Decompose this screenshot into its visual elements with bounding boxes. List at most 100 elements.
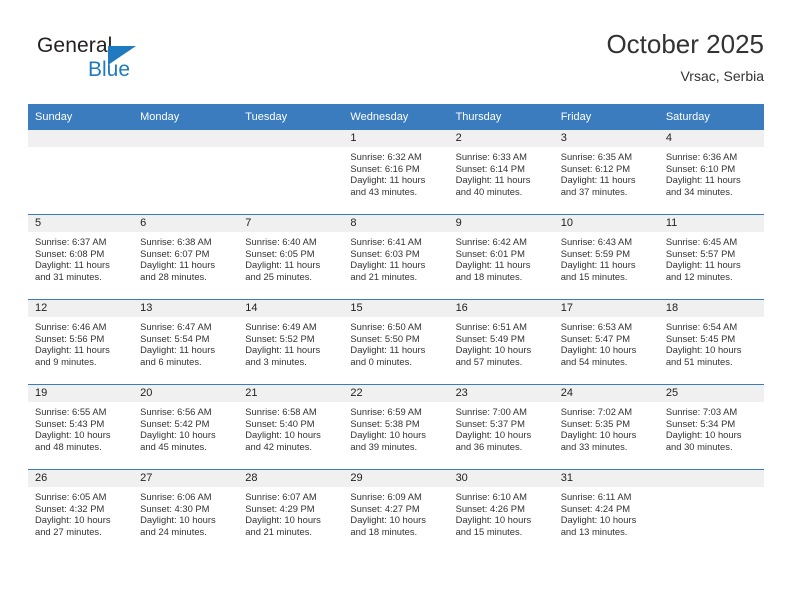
page-location: Vrsac, Serbia [680, 68, 764, 84]
calendar-cell: 18 Sunrise: 6:54 AM Sunset: 5:45 PM Dayligh… [658, 299, 764, 385]
sunset-text: Sunset: 5:38 PM [350, 417, 420, 429]
sunset-text: Sunset: 5:57 PM [665, 247, 736, 259]
daylight-text: Daylight: 11 hours [455, 174, 531, 186]
daylight-text: Daylight: 10 hours [560, 429, 637, 441]
day-cell[interactable]: 15 Sunrise: 6:50 AM Sunset: 5:50 PM Dayligh… [343, 300, 449, 384]
day-number: 6 [133, 215, 239, 232]
daylight-text: and 21 minutes. [350, 270, 418, 282]
day-cell[interactable]: 1 Sunrise: 6:32 AM Sunset: 6:16 PM Daylight… [343, 130, 449, 214]
day-cell[interactable]: 28 Sunrise: 6:07 AM Sunset: 4:29 PM Dayligh… [238, 470, 344, 554]
day-number: 11 [658, 215, 764, 232]
day-cell[interactable]: 4 Sunrise: 6:36 AM Sunset: 6:10 PM Daylight… [658, 130, 764, 214]
day-cell[interactable]: 2 Sunrise: 6:33 AM Sunset: 6:14 PM Daylight… [448, 130, 554, 214]
day-cell[interactable]: 30 Sunrise: 6:10 AM Sunset: 4:26 PM Dayligh… [448, 470, 554, 554]
day-detail: Sunrise: 6:51 AM Sunset: 5:49 PM Daylight:… [449, 317, 554, 367]
calendar-cell: 20 Sunrise: 6:56 AM Sunset: 5:42 PM Dayligh… [133, 384, 239, 470]
calendar-week-row: 5 Sunrise: 6:37 AM Sunset: 6:08 PM Daylight… [28, 214, 764, 300]
calendar-cell [238, 130, 344, 215]
day-cell[interactable]: 29 Sunrise: 6:09 AM Sunset: 4:27 PM Dayligh… [343, 470, 449, 554]
sunrise-text: Sunrise: 6:49 AM [245, 321, 317, 332]
day-detail: Sunrise: 6:41 AM Sunset: 6:03 PM Daylight:… [343, 232, 448, 282]
daylight-text: and 45 minutes. [140, 440, 207, 452]
calendar-cell: 2 Sunrise: 6:33 AM Sunset: 6:14 PM Daylight… [448, 130, 554, 215]
day-cell[interactable]: 18 Sunrise: 6:54 AM Sunset: 5:45 PM Dayligh… [658, 300, 764, 384]
sunset-text: Sunset: 5:47 PM [560, 332, 631, 344]
day-number: 22 [343, 385, 449, 402]
sunset-text: Sunset: 6:16 PM [350, 162, 420, 174]
sunset-text: Sunset: 4:26 PM [455, 502, 525, 514]
calendar-cell: 24 Sunrise: 7:02 AM Sunset: 5:35 PM Dayligh… [553, 384, 659, 470]
day-number: 7 [238, 215, 344, 232]
sunset-text: Sunset: 4:30 PM [140, 502, 210, 514]
calendar-cell: 17 Sunrise: 6:53 AM Sunset: 5:47 PM Dayligh… [553, 299, 659, 385]
daylight-text: and 27 minutes. [35, 525, 102, 537]
calendar-cell: 15 Sunrise: 6:50 AM Sunset: 5:50 PM Dayligh… [343, 299, 449, 385]
day-cell[interactable]: 7 Sunrise: 6:40 AM Sunset: 6:05 PM Daylight… [238, 215, 344, 299]
daylight-text: and 48 minutes. [35, 440, 102, 452]
day-cell[interactable]: 21 Sunrise: 6:58 AM Sunset: 5:40 PM Dayligh… [238, 385, 344, 469]
day-cell[interactable]: 6 Sunrise: 6:38 AM Sunset: 6:07 PM Daylight… [133, 215, 239, 299]
day-cell[interactable]: 8 Sunrise: 6:41 AM Sunset: 6:03 PM Daylight… [343, 215, 449, 299]
day-detail: Sunrise: 6:32 AM Sunset: 6:16 PM Daylight:… [343, 147, 448, 197]
daylight-text: and 3 minutes. [245, 355, 307, 367]
day-cell[interactable]: 19 Sunrise: 6:55 AM Sunset: 5:43 PM Dayligh… [28, 385, 134, 469]
day-cell[interactable]: 14 Sunrise: 6:49 AM Sunset: 5:52 PM Dayligh… [238, 300, 344, 384]
sunset-text: Sunset: 6:08 PM [35, 247, 105, 259]
day-cell[interactable]: 17 Sunrise: 6:53 AM Sunset: 5:47 PM Dayligh… [553, 300, 659, 384]
day-cell[interactable]: 25 Sunrise: 7:03 AM Sunset: 5:34 PM Dayligh… [658, 385, 764, 469]
day-cell[interactable]: 13 Sunrise: 6:47 AM Sunset: 5:54 PM Dayligh… [133, 300, 239, 384]
day-number: 19 [28, 385, 134, 402]
day-detail: Sunrise: 6:37 AM Sunset: 6:08 PM Daylight:… [28, 232, 133, 282]
day-cell[interactable]: 31 Sunrise: 6:11 AM Sunset: 4:24 PM Dayligh… [553, 470, 659, 554]
daylight-text: Daylight: 11 hours [140, 344, 216, 356]
day-cell[interactable]: 23 Sunrise: 7:00 AM Sunset: 5:37 PM Dayligh… [448, 385, 554, 469]
sunrise-text: Sunrise: 6:46 AM [35, 321, 107, 332]
day-number: 4 [658, 130, 764, 147]
day-cell[interactable]: 12 Sunrise: 6:46 AM Sunset: 5:56 PM Dayligh… [28, 300, 134, 384]
daylight-text: Daylight: 10 hours [35, 514, 111, 526]
day-cell[interactable]: 3 Sunrise: 6:35 AM Sunset: 6:12 PM Daylight… [553, 130, 659, 214]
weekday-header-saturday: Saturday [658, 104, 764, 130]
calendar-cell [133, 130, 239, 215]
day-cell[interactable]: 27 Sunrise: 6:06 AM Sunset: 4:30 PM Dayligh… [133, 470, 239, 554]
day-cell[interactable]: 24 Sunrise: 7:02 AM Sunset: 5:35 PM Dayligh… [553, 385, 659, 469]
daylight-text: and 18 minutes. [350, 525, 418, 537]
sunrise-text: Sunrise: 6:10 AM [455, 491, 527, 502]
daylight-text: and 24 minutes. [140, 525, 207, 537]
day-cell[interactable]: 5 Sunrise: 6:37 AM Sunset: 6:08 PM Daylight… [28, 215, 134, 299]
daylight-text: and 54 minutes. [560, 355, 628, 367]
day-cell[interactable]: 26 Sunrise: 6:05 AM Sunset: 4:32 PM Dayligh… [28, 470, 134, 554]
sunrise-text: Sunrise: 6:58 AM [245, 406, 317, 417]
sunrise-text: Sunrise: 6:45 AM [665, 236, 738, 247]
day-cell[interactable]: 16 Sunrise: 6:51 AM Sunset: 5:49 PM Dayligh… [448, 300, 554, 384]
generalblue-logo[interactable]: General Blue [28, 34, 228, 90]
sunset-text: Sunset: 5:43 PM [35, 417, 105, 429]
day-detail: Sunrise: 6:07 AM Sunset: 4:29 PM Daylight:… [238, 487, 343, 537]
day-detail: Sunrise: 6:05 AM Sunset: 4:32 PM Daylight:… [28, 487, 133, 537]
day-cell[interactable]: 11 Sunrise: 6:45 AM Sunset: 5:57 PM Dayligh… [658, 215, 764, 299]
day-cell[interactable]: 20 Sunrise: 6:56 AM Sunset: 5:42 PM Dayligh… [133, 385, 239, 469]
calendar-cell: 16 Sunrise: 6:51 AM Sunset: 5:49 PM Dayligh… [448, 299, 554, 385]
weekday-header-tuesday: Tuesday [238, 104, 344, 130]
day-cell[interactable]: 22 Sunrise: 6:59 AM Sunset: 5:38 PM Dayligh… [343, 385, 449, 469]
sunset-text: Sunset: 5:35 PM [560, 417, 631, 429]
calendar-cell: 3 Sunrise: 6:35 AM Sunset: 6:12 PM Daylight… [553, 130, 659, 215]
calendar-cell [658, 469, 764, 554]
sunrise-text: Sunrise: 6:35 AM [560, 151, 633, 162]
day-detail: Sunrise: 6:33 AM Sunset: 6:14 PM Daylight:… [449, 147, 554, 197]
sunrise-sunset-calendar: Sunday Monday Tuesday Wednesday Thursday… [28, 104, 764, 554]
page-title: October 2025 [606, 29, 764, 59]
daylight-text: Daylight: 10 hours [35, 429, 111, 441]
day-detail: Sunrise: 6:11 AM Sunset: 4:24 PM Daylight:… [554, 487, 659, 537]
daylight-text: Daylight: 11 hours [350, 344, 426, 356]
day-cell[interactable]: 9 Sunrise: 6:42 AM Sunset: 6:01 PM Daylight… [448, 215, 554, 299]
calendar-cell: 25 Sunrise: 7:03 AM Sunset: 5:34 PM Dayligh… [658, 384, 764, 470]
sunrise-text: Sunrise: 6:09 AM [350, 491, 422, 502]
daylight-text: Daylight: 11 hours [560, 259, 636, 271]
sunset-text: Sunset: 5:37 PM [455, 417, 525, 429]
day-cell[interactable]: 10 Sunrise: 6:43 AM Sunset: 5:59 PM Dayligh… [553, 215, 659, 299]
sunset-text: Sunset: 4:27 PM [350, 502, 420, 514]
day-detail: Sunrise: 6:40 AM Sunset: 6:05 PM Daylight:… [238, 232, 343, 282]
day-detail: Sunrise: 6:46 AM Sunset: 5:56 PM Daylight:… [28, 317, 133, 367]
sunset-text: Sunset: 5:45 PM [665, 332, 736, 344]
